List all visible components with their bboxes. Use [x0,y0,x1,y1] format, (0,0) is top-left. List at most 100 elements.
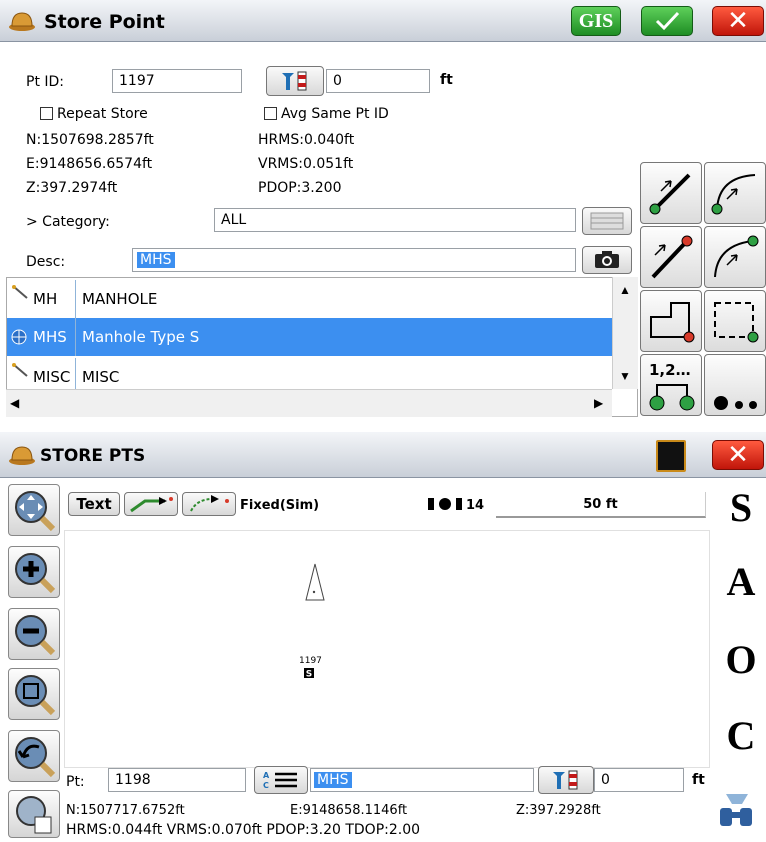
line-start-icon [649,173,691,215]
zoom-in-button[interactable] [8,546,60,598]
current-elev: Z:397.2928ft [516,803,601,818]
offset-unit: ft [440,72,453,88]
vertical-scrollbar[interactable]: ▲ ▼ [612,277,638,389]
numbered-points-icon: 1,2… [649,361,695,411]
store-s-button[interactable]: S [716,478,766,538]
pan-button[interactable] [8,484,60,536]
repeat-store-label: Repeat Store [57,106,148,122]
curve-end-button[interactable] [704,226,766,288]
avg-same-box[interactable] [264,107,277,120]
desc-label: Desc: [26,254,66,270]
text-toggle-button[interactable]: Text [68,492,120,516]
map-view[interactable] [64,530,710,768]
zoom-out-button[interactable] [8,608,60,660]
code-desc: MANHOLE [75,280,157,318]
svg-text:1,2…: 1,2… [649,361,691,379]
clipboard-icon[interactable] [656,440,686,472]
line-pen-icon [12,363,28,377]
close-shape-button[interactable] [640,290,702,352]
point-sequence-button[interactable]: 1,2… [640,354,702,416]
repeat-store-checkbox[interactable]: Repeat Store [40,106,148,122]
zoom-previous-icon [15,737,56,778]
north-coord: N:1507698.2857ft [26,132,154,148]
line-pen-icon [12,285,28,299]
scroll-right-icon[interactable]: ▶ [594,396,603,410]
pt-id-input[interactable]: 1197 [112,69,242,93]
category-label[interactable]: > Category: [26,214,110,230]
pdop-value: PDOP:3.200 [258,180,342,196]
satellite-count: 14 [466,498,485,513]
store-point-title: Store Point [44,11,165,33]
camera-button[interactable] [582,246,632,274]
checkmark-icon [655,11,680,31]
code-label: MH [33,290,58,308]
scale-bar: 50 ft [496,492,706,518]
code-label: MHS [33,328,67,346]
curve-end-icon [714,235,759,278]
zoom-extents-button[interactable] [8,668,60,720]
close-button[interactable]: ✕ [712,440,764,470]
list-item[interactable]: MH MANHOLE [7,280,613,318]
quality-readout: HRMS:0.044ft VRMS:0.070ft PDOP:3.20 TDOP… [66,822,421,838]
code-desc: Manhole Type S [75,318,199,356]
ok-button[interactable] [641,6,693,36]
satellite-icon [428,498,462,510]
rectangle-button[interactable] [704,290,766,352]
rectangle-dashed-icon [714,302,759,343]
line-start-button[interactable] [640,162,702,224]
zoom-previous-button[interactable] [8,730,60,782]
code-list-button[interactable] [582,207,632,235]
elev-coord: Z:397.2974ft [26,180,118,196]
scroll-left-icon[interactable]: ◀ [10,396,19,410]
rod-height-button-2[interactable] [538,766,594,794]
map-settings-button[interactable] [8,790,60,838]
store-a-button[interactable]: A [716,552,766,612]
hardhat-icon [9,12,35,31]
rod-offset-input[interactable]: 0 [326,69,430,93]
pt-label: Pt: [66,774,85,790]
pt-desc-input[interactable]: MHS [310,768,534,792]
binoculars-button[interactable] [712,786,764,838]
list-item-selected[interactable]: MHS Manhole Type S [7,318,613,356]
category-select[interactable]: ALL [214,208,576,232]
curve-start-button[interactable] [704,162,766,224]
curve-arrow-icon [190,495,229,512]
pan-magnifier-icon [15,491,56,532]
scroll-up-icon[interactable]: ▲ [619,283,631,297]
curve-mode-button[interactable] [182,492,236,516]
close-polygon-icon [650,302,695,343]
horizontal-scrollbar[interactable]: ◀ ▶ [6,389,612,417]
current-north: N:1507717.6752ft [66,803,185,818]
rod-height-icon [282,71,307,91]
line-end-button[interactable] [640,226,702,288]
line-arrow-icon [130,497,173,513]
store-o-button[interactable]: O [716,630,766,690]
desc-input[interactable]: MHS [132,248,576,272]
avg-same-label: Avg Same Pt ID [281,106,389,122]
binoculars-icon [720,794,752,826]
store-c-button[interactable]: C [716,706,766,766]
more-points-button[interactable] [704,354,766,416]
zoom-extents-icon [15,675,56,716]
close-button[interactable]: ✕ [712,6,764,36]
avg-same-checkbox[interactable]: Avg Same Pt ID [264,106,389,122]
description-list-button[interactable]: AC [254,766,308,794]
rod-offset-input-2[interactable]: 0 [594,768,684,792]
manhole-point-icon[interactable]: S [303,667,315,679]
map-point-label: 1197 [299,656,322,666]
camera-icon [595,251,619,268]
offset-unit-2: ft [692,772,705,788]
repeat-store-box[interactable] [40,107,53,120]
rod-height-icon [553,770,578,790]
rod-height-button[interactable] [266,66,324,96]
zoom-out-icon [15,615,56,656]
curve-start-icon [711,174,756,215]
pt-input[interactable]: 1198 [108,768,246,792]
hrms-value: HRMS:0.040ft [258,132,355,148]
current-east: E:9148658.1146ft [290,803,408,818]
hardhat-icon [9,446,35,465]
gis-button[interactable]: GIS [571,6,621,36]
line-mode-button[interactable] [124,492,178,516]
svg-text:S: S [306,670,312,680]
scroll-down-icon[interactable]: ▼ [619,369,631,383]
